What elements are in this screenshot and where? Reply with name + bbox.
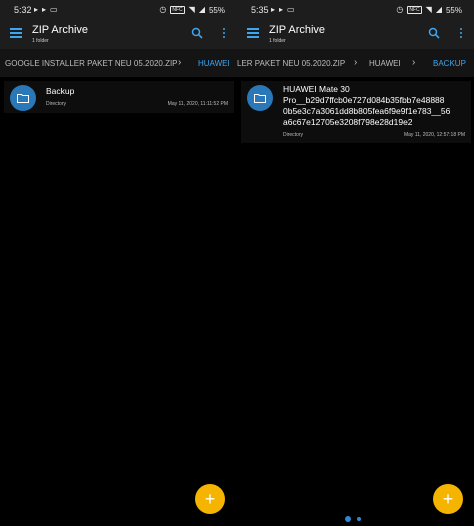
alarm-icon: ◷	[159, 5, 167, 14]
status-bar: 5:32 ▸ ▸ ▭ ◷ NFC ◥ ◢ 55%	[0, 0, 237, 20]
breadcrumb: GOOGLE INSTALLER PAKET NEU 05.2020.ZIP ›…	[0, 49, 237, 77]
status-notification-icons: ▸ ▸ ▭	[34, 5, 58, 15]
nfc-icon: NFC	[170, 6, 185, 14]
status-system-icons: ◷ NFC ◥ ◢ 55%	[159, 5, 225, 15]
breadcrumb-item-current[interactable]: BACKUP	[433, 59, 466, 68]
status-time: 5:32	[14, 5, 32, 15]
item-type: Directory	[283, 132, 304, 138]
status-time: 5:35	[251, 5, 269, 15]
app-title: ZIP Archive	[269, 24, 326, 36]
status-notification-icons: ▸ ▸ ▭	[271, 5, 295, 15]
list-item[interactable]: HUAWEI Mate 30 Pro__b29d7ffcb0e727d084b3…	[241, 81, 471, 143]
battery-percent: 55%	[208, 5, 225, 15]
item-name-line: 0b5e3c7a3061dd8b805fea6f9e9f1e783__56	[283, 106, 451, 116]
search-icon[interactable]	[428, 27, 440, 39]
screen-right: 5:35 ▸ ▸ ▭ ◷ NFC ◥ ◢ 55% ZIP Archive 1 f…	[237, 0, 474, 526]
breadcrumb-item[interactable]: GOOGLE INSTALLER PAKET NEU 05.2020.ZIP	[5, 59, 178, 68]
notification-icon: ▸	[42, 5, 47, 14]
page-dot-active[interactable]	[345, 516, 351, 522]
menu-icon[interactable]	[10, 28, 22, 38]
nfc-icon: NFC	[407, 6, 422, 14]
item-type: Directory	[46, 101, 67, 107]
alarm-icon: ◷	[396, 5, 404, 14]
signal-icon: ◢	[435, 5, 442, 14]
page-indicator	[345, 516, 361, 522]
more-vert-icon[interactable]	[222, 28, 226, 40]
item-name-line: a6c67e12705e3208f798e28d19e2	[283, 117, 413, 127]
breadcrumb-item-current[interactable]: HUAWEI	[198, 59, 230, 68]
status-system-icons: ◷ NFC ◥ ◢ 55%	[396, 5, 462, 15]
battery-percent: 55%	[445, 5, 462, 15]
more-vert-icon[interactable]	[459, 28, 463, 40]
item-name: HUAWEI Mate 30	[283, 84, 350, 94]
item-name-line: Pro__b29d7ffcb0e727d084b35fbb7e48888	[283, 95, 445, 105]
signal-icon: ◢	[198, 5, 205, 14]
wifi-icon: ◥	[425, 5, 432, 14]
chevron-right-icon: ›	[178, 57, 182, 68]
folder-avatar	[247, 85, 273, 111]
screen-left: 5:32 ▸ ▸ ▭ ◷ NFC ◥ ◢ 55% ZIP Archive 1 f…	[0, 0, 237, 526]
laptop-icon: ▭	[287, 5, 295, 14]
item-date: May 11, 2020, 11:11:52 PM	[167, 101, 228, 107]
list-item[interactable]: Backup Directory May 11, 2020, 11:11:52 …	[4, 81, 234, 113]
chevron-right-icon: ›	[354, 57, 358, 68]
search-icon[interactable]	[191, 27, 203, 39]
folder-icon	[17, 94, 29, 103]
add-icon: +	[442, 489, 454, 509]
breadcrumb-item[interactable]: HUAWEI	[369, 59, 401, 68]
item-name: Backup	[46, 86, 75, 96]
page-dot[interactable]	[357, 517, 361, 521]
menu-icon[interactable]	[247, 28, 259, 38]
notification-icon: ▸	[34, 5, 39, 14]
folder-icon	[254, 94, 266, 103]
add-button[interactable]: +	[433, 484, 463, 514]
app-bar: ZIP Archive 1 folder	[237, 20, 474, 49]
wifi-icon: ◥	[188, 5, 195, 14]
add-icon: +	[204, 489, 216, 509]
chevron-right-icon: ›	[412, 57, 416, 68]
notification-icon: ▸	[271, 5, 276, 14]
folder-avatar	[10, 85, 36, 111]
status-bar: 5:35 ▸ ▸ ▭ ◷ NFC ◥ ◢ 55%	[237, 0, 474, 20]
breadcrumb: LER PAKET NEU 05.2020.ZIP › HUAWEI › BAC…	[237, 49, 474, 77]
app-bar: ZIP Archive 1 folder	[0, 20, 237, 49]
app-subtitle: 1 folder	[32, 38, 49, 44]
laptop-icon: ▭	[50, 5, 58, 14]
app-title: ZIP Archive	[32, 24, 89, 36]
notification-icon: ▸	[279, 5, 284, 14]
breadcrumb-item[interactable]: LER PAKET NEU 05.2020.ZIP	[237, 59, 345, 68]
item-date: May 11, 2020, 12:57:18 PM	[403, 132, 465, 138]
add-button[interactable]: +	[195, 484, 225, 514]
app-subtitle: 1 folder	[269, 38, 286, 44]
